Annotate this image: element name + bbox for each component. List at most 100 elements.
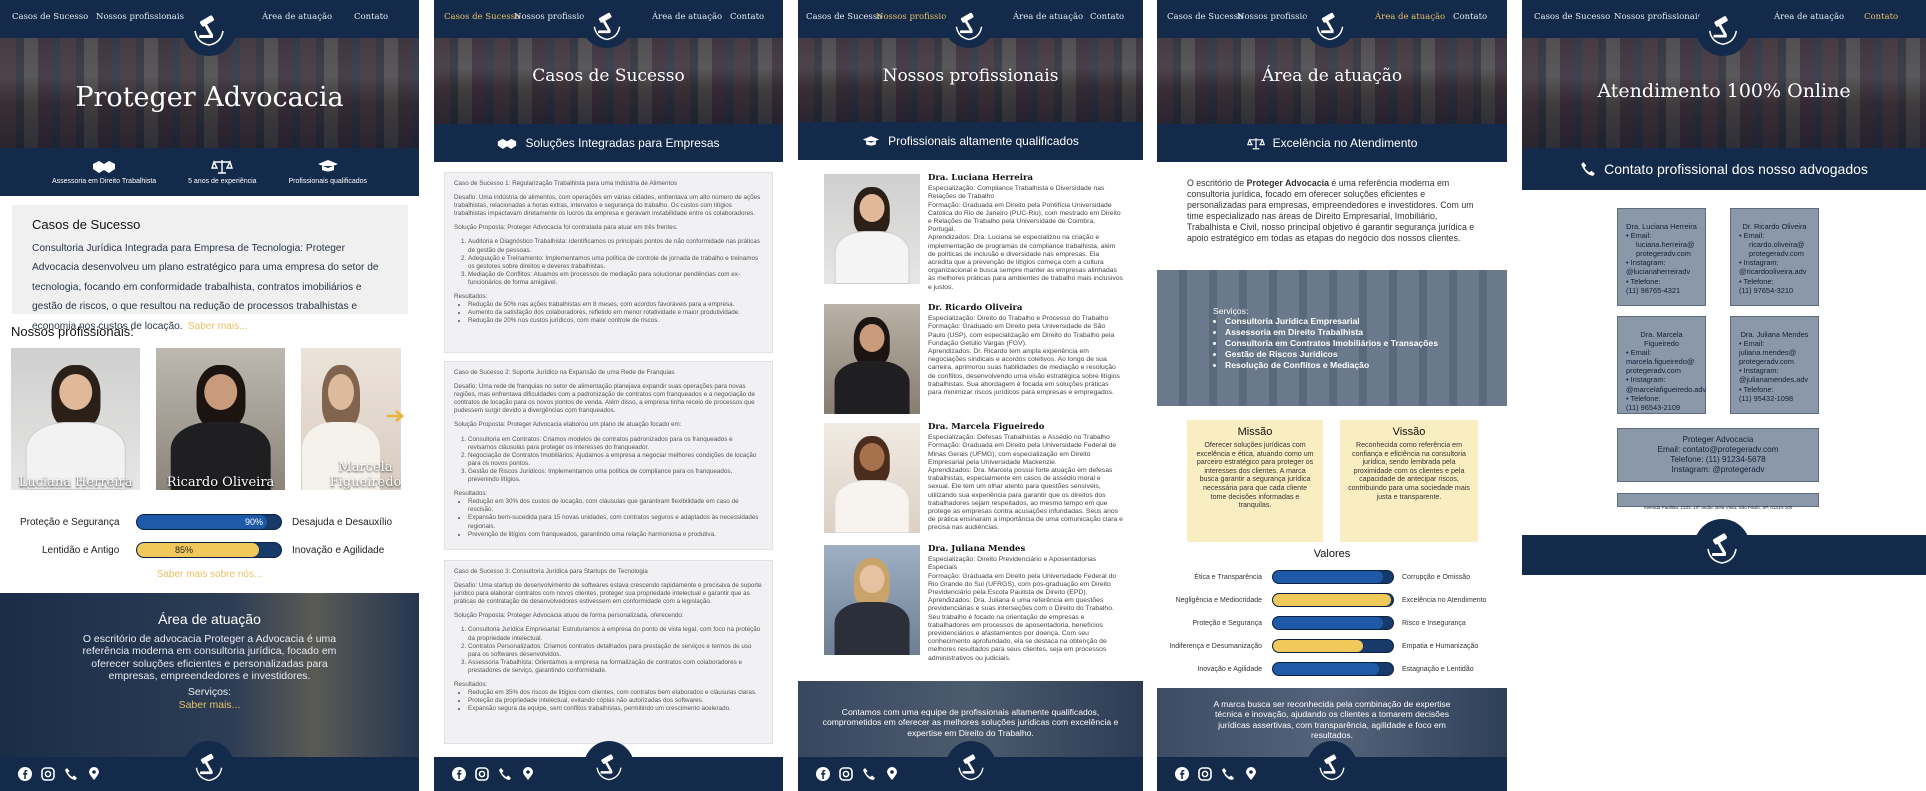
- vision-title: Vissão: [1392, 426, 1426, 438]
- card-phone[interactable]: (11) 95432-1098: [1739, 394, 1810, 403]
- gavel-laurel-logo[interactable]: [944, 2, 994, 48]
- value-row: Negligência e Mediocridade Excelência no …: [1157, 593, 1507, 609]
- footer-logo[interactable]: [184, 741, 234, 791]
- value-bar: [1272, 639, 1394, 653]
- area-section: Área de atuação O escritório de advocaci…: [0, 593, 419, 757]
- case-results: Redução de 50% nas ações trabalhistas em…: [468, 301, 763, 325]
- card-insta[interactable]: @marcelafigueiredo.adv: [1626, 385, 1706, 394]
- facebook-icon[interactable]: [18, 766, 32, 781]
- office-phone[interactable]: Telefone: (11) 91234-5678: [1618, 455, 1818, 465]
- card-phone[interactable]: (11) 96543-2109: [1626, 403, 1697, 412]
- case-step: Mediação de Conflitos: Atuamos em proces…: [468, 271, 763, 287]
- card-insta[interactable]: @lucianaherreiradv: [1626, 267, 1697, 276]
- contact-page: Casos de Sucesso Nossos profissionais Ár…: [1522, 0, 1926, 791]
- nav-contact-link[interactable]: Contato: [1090, 12, 1124, 22]
- case-card: Caso de Sucesso 2: Suporte Jurídico na E…: [444, 361, 773, 550]
- card-insta[interactable]: @ricardooliveira.adv: [1739, 267, 1810, 276]
- card-phone[interactable]: (11) 98765-4321: [1626, 286, 1697, 295]
- phone-icon[interactable]: [64, 766, 78, 780]
- area-more-link[interactable]: Saber mais...: [0, 699, 419, 711]
- section-bar: Excelência no Atendimento: [1157, 124, 1507, 162]
- pro-name: Dra. Juliana Mendes: [928, 544, 1026, 554]
- instagram-icon[interactable]: [839, 766, 853, 781]
- facebook-icon[interactable]: [816, 766, 830, 781]
- instagram-icon[interactable]: [1198, 766, 1212, 781]
- cases-more-link[interactable]: Saber mais...: [188, 321, 248, 332]
- gavel-laurel-logo[interactable]: [1305, 2, 1355, 48]
- area-page: Casos de Sucesso Nossos profissionais Ár…: [1157, 0, 1507, 791]
- card-email[interactable]: ricardo.oliveira@ protegeradv.com: [1739, 240, 1810, 258]
- case-result: Expansão segura da equipe, sem conflitos…: [468, 705, 763, 713]
- nav-contact-link[interactable]: Contato: [730, 12, 764, 22]
- nav-area-link[interactable]: Área de atuação: [262, 12, 332, 22]
- team-banner-text: Contamos com uma equipe de profissionais…: [822, 707, 1119, 738]
- nav-contact-link[interactable]: Contato: [1453, 12, 1487, 22]
- pro-text: Especialização: Compliance Trabalhista e…: [928, 185, 1123, 291]
- office-email[interactable]: Email: contato@protegeradv.com: [1618, 445, 1818, 455]
- service-item: Assessoria em Direito Trabalhista: [1225, 327, 1438, 338]
- gavel-icon: [596, 754, 622, 781]
- value-row: Indiferença e Desumanização Empatia e Hum…: [1157, 639, 1507, 655]
- location-pin-icon[interactable]: [521, 766, 535, 780]
- gavel-laurel-logo[interactable]: [182, 2, 236, 56]
- card-insta-label: Instagram:: [1626, 375, 1697, 384]
- nav-cases-link[interactable]: Casos de Sucesso: [12, 12, 88, 22]
- value-right-label: Estagnação e Lentidão: [1402, 666, 1474, 673]
- location-pin-icon[interactable]: [87, 766, 101, 780]
- pro-photo-card[interactable]: Luciana Herreira: [11, 348, 140, 490]
- footer-logo[interactable]: [1307, 741, 1357, 791]
- card-name: Dra. Marcela Figueiredo: [1640, 330, 1683, 349]
- nav-cases-link[interactable]: Casos de Sucesso: [1167, 12, 1243, 22]
- phone-icon[interactable]: [1221, 766, 1235, 780]
- card-email[interactable]: luciana.herreira@ protegeradv.com: [1626, 240, 1697, 258]
- gavel-laurel-logo[interactable]: [582, 2, 632, 48]
- card-insta[interactable]: @julianamendes.adv: [1739, 375, 1810, 384]
- card-email[interactable]: marcela.figueiredo@ protegeradv.com: [1626, 357, 1697, 375]
- card-email[interactable]: juliana.mendes@ protegeradv.com: [1739, 348, 1810, 366]
- nav-area-link[interactable]: Área de atuação: [652, 12, 722, 22]
- arrow-right-icon[interactable]: [386, 408, 406, 422]
- card-phone[interactable]: (11) 97654-3210: [1739, 286, 1810, 295]
- facebook-icon[interactable]: [1175, 766, 1189, 781]
- nav-area-link[interactable]: Área de atuação: [1375, 12, 1445, 22]
- nav-contact-link[interactable]: Contato: [1864, 12, 1898, 22]
- instagram-icon[interactable]: [475, 766, 489, 781]
- pro-profile: Dr. Ricardo Oliveira Especialização: Dire…: [824, 304, 1123, 422]
- cases-text: Consultoria Jurídica Integrada para Empr…: [32, 243, 379, 332]
- nav-pros-link[interactable]: Nossos profissionais: [96, 12, 184, 22]
- value-left-label: Indiferença e Desumanização: [1169, 643, 1262, 650]
- footer-logo[interactable]: [1694, 519, 1750, 575]
- contact-card: Dra. Marcela Figueiredo Email: marcela.f…: [1617, 316, 1706, 414]
- values-title: Valores: [1313, 548, 1351, 560]
- case-step: Gestão de Riscos Jurídicos: Implementamo…: [468, 468, 763, 484]
- footer-logo[interactable]: [584, 741, 634, 791]
- facebook-icon[interactable]: [452, 766, 466, 781]
- location-pin-icon[interactable]: [885, 766, 899, 780]
- vision-text: Reconhecida como referência em confiança…: [1348, 441, 1470, 501]
- pro-photo: [824, 545, 920, 655]
- nav-cases-link[interactable]: Casos de Sucesso: [444, 12, 520, 22]
- nav-contact-link[interactable]: Contato: [354, 12, 388, 22]
- pro-text: Especialização: Direito Previdenciário e…: [928, 556, 1117, 662]
- footer-logo[interactable]: [946, 741, 996, 791]
- case-steps: Consultoria Jurídica Empresarial: Estrut…: [468, 626, 763, 675]
- location-pin-icon[interactable]: [1244, 766, 1258, 780]
- pro-name: Dra. Marcela Figueiredo: [928, 422, 1045, 432]
- nav-cases-link[interactable]: Casos de Sucesso: [1534, 12, 1610, 22]
- pro-name: Luciana Herreira: [18, 475, 133, 490]
- about-more-link[interactable]: Saber mais sobre nós...: [0, 569, 419, 580]
- phone-icon[interactable]: [498, 766, 512, 780]
- office-insta[interactable]: Instagram: @protegeradv: [1618, 465, 1818, 475]
- nav-cases-link[interactable]: Casos de Sucesso: [806, 12, 882, 22]
- area-text: O escritório de advocacia Proteger a Adv…: [82, 633, 337, 682]
- nav-area-link[interactable]: Área de atuação: [1774, 12, 1844, 22]
- gavel-laurel-logo[interactable]: [1696, 2, 1750, 56]
- instagram-icon[interactable]: [41, 766, 55, 781]
- pro-name: Ricardo Oliveira: [166, 475, 275, 490]
- nav-area-link[interactable]: Área de atuação: [1013, 12, 1083, 22]
- nav-pros-link[interactable]: Nossos profissionais: [1614, 12, 1702, 22]
- case-challenge: Desafio: Uma startup de desenvolvimento …: [454, 582, 762, 606]
- phone-icon[interactable]: [862, 766, 876, 780]
- pro-photo-card[interactable]: Ricardo Oliveira: [156, 348, 285, 490]
- case-title: Caso de Sucesso 1: Regularização Trabalh…: [454, 180, 677, 187]
